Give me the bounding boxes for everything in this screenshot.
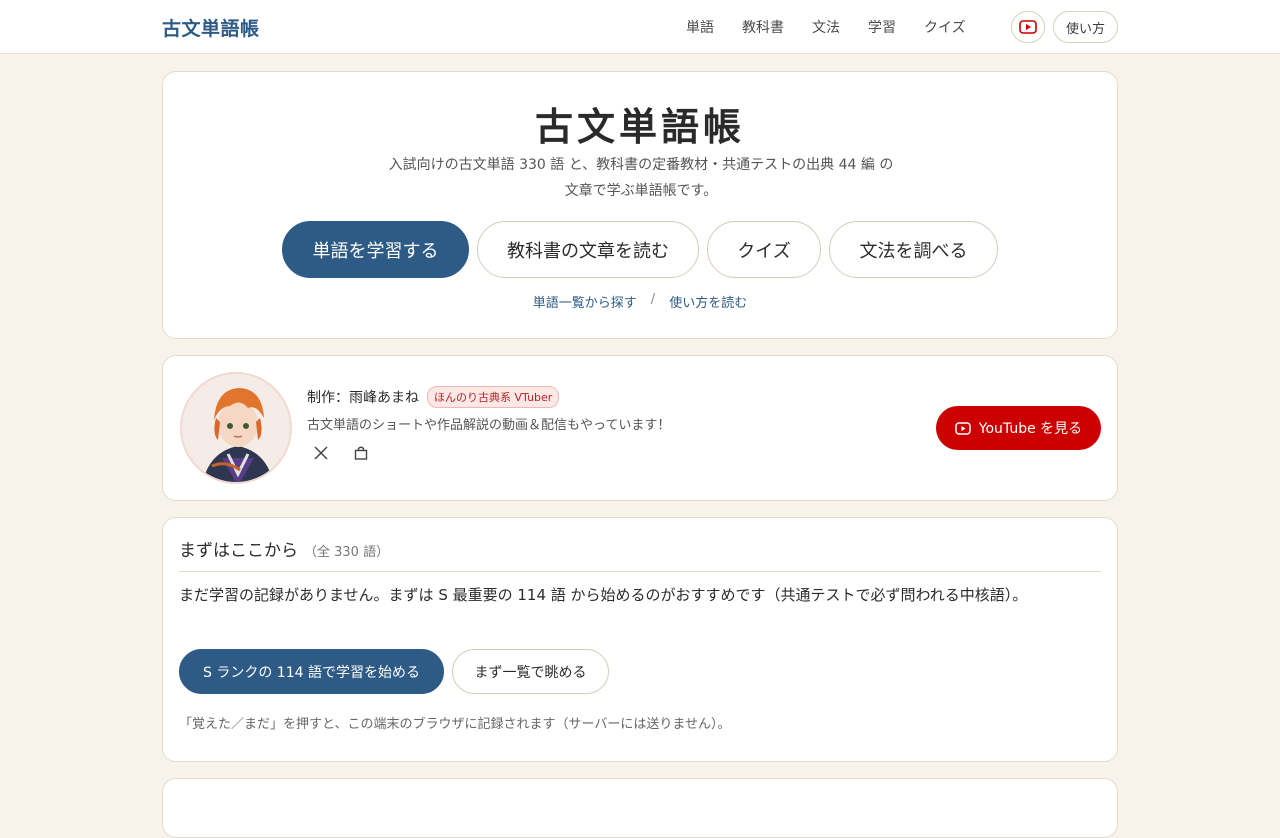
x-icon[interactable] (313, 445, 329, 461)
quiz-button[interactable]: クイズ (707, 221, 821, 278)
start-here-card: まずはここから （全 330 語） まだ学習の記録がありません。まずは S 最重要… (162, 517, 1118, 762)
storage-note: 「覚えた／まだ」を押すと、この端末のブラウザに記録されます（サーバーには送りませ… (179, 717, 731, 732)
browse-list-button[interactable]: まず一覧で眺める (452, 649, 609, 694)
word-list-link[interactable]: 単語一覧から探す (533, 292, 637, 311)
read-textbook-button[interactable]: 教科書の文章を読む (477, 221, 699, 278)
creator-card: 制作：雨峰あまね ほんのり古典系 VTuber 古文単語のショートや作品解説の動… (162, 355, 1118, 501)
youtube-link-button[interactable] (1011, 11, 1045, 43)
study-words-button[interactable]: 単語を学習する (282, 221, 469, 278)
youtube-watch-label: YouTube を見る (978, 421, 1083, 437)
shop-bag-icon[interactable] (353, 445, 369, 461)
site-logo[interactable]: 古文単語帳 (162, 14, 260, 41)
howto-button[interactable]: 使い方 (1053, 11, 1118, 43)
hero-links: 単語一覧から探す / 使い方を読む (163, 292, 1117, 311)
grammar-button[interactable]: 文法を調べる (829, 221, 998, 278)
nav-words[interactable]: 単語 (686, 17, 714, 37)
nav-quiz[interactable]: クイズ (924, 17, 966, 37)
start-heading-row: まずはここから （全 330 語） (179, 536, 1101, 572)
youtube-watch-button[interactable]: YouTube を見る (936, 406, 1101, 450)
start-s-rank-button[interactable]: S ランクの 114 語で学習を始める (179, 649, 444, 694)
hero-card: 古文単語帳 入試向けの古文単語 330 語 と、教科書の定番教材・共通テストの出… (162, 71, 1118, 339)
youtube-icon (955, 421, 971, 435)
creator-description: 古文単語のショートや作品解説の動画＆配信もやっています！ (307, 418, 671, 433)
hero-description: 入試向けの古文単語 330 語 と、教科書の定番教材・共通テストの出典 44 編… (388, 157, 894, 199)
word-count: （全 330 語） (304, 545, 390, 560)
start-heading: まずはここから (179, 541, 298, 561)
hero-actions: 単語を学習する 教科書の文章を読む クイズ 文法を調べる (163, 221, 1117, 278)
page-title: 古文単語帳 (534, 104, 745, 149)
start-actions: S ランクの 114 語で学習を始める まず一覧で眺める (179, 649, 609, 694)
top-navigation-bar: 古文単語帳 単語 教科書 文法 学習 クイズ 使い方 (0, 0, 1280, 54)
nav-study[interactable]: 学習 (868, 17, 896, 37)
start-message: まだ学習の記録がありません。まずは S 最重要の 114 語 から始めるのがおす… (179, 586, 1028, 604)
creator-name: 制作：雨峰あまね (307, 390, 419, 406)
creator-social-links (313, 445, 369, 461)
link-separator: / (650, 292, 656, 307)
youtube-icon (1019, 20, 1037, 34)
nav-grammar[interactable]: 文法 (812, 17, 840, 37)
main-nav: 単語 教科書 文法 学習 クイズ (672, 0, 980, 54)
vtuber-tag: ほんのり古典系 VTuber (427, 386, 560, 408)
creator-name-row: 制作：雨峰あまね ほんのり古典系 VTuber (307, 386, 560, 408)
next-section-card (162, 778, 1118, 838)
nav-textbook[interactable]: 教科書 (742, 17, 784, 37)
howto-link[interactable]: 使い方を読む (669, 292, 747, 311)
creator-avatar (180, 372, 292, 484)
